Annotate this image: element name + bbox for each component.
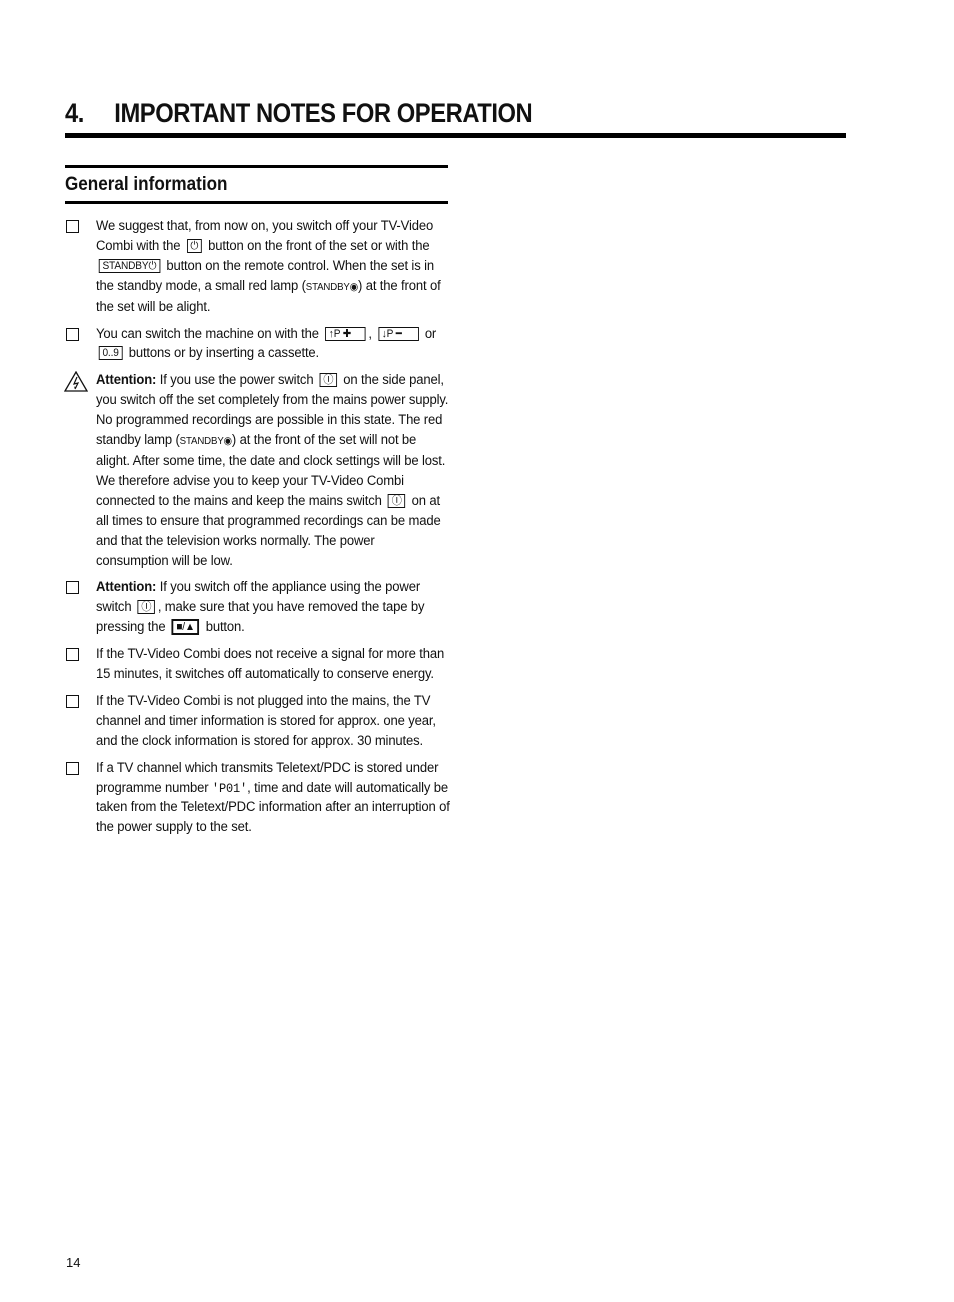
mains-switch-key: Ⓘ bbox=[388, 493, 406, 508]
section-bottom-rule bbox=[65, 201, 448, 204]
chapter-rule bbox=[65, 133, 846, 138]
chapter-heading: 4. IMPORTANT NOTES FOR OPERATION bbox=[65, 98, 752, 129]
checkbox-square-icon bbox=[66, 581, 79, 595]
checkbox-square-icon bbox=[66, 327, 79, 341]
list-item: Attention: If you switch off the applian… bbox=[65, 578, 455, 638]
checkbox-square-icon bbox=[66, 694, 79, 708]
number-keys: 0..9 bbox=[98, 346, 123, 361]
section-top-rule bbox=[65, 165, 448, 168]
remote-standby-key: STANDBY⏻ bbox=[98, 258, 161, 273]
checkbox-square-icon bbox=[66, 220, 79, 233]
section-title: General information bbox=[65, 174, 228, 195]
power-switch-key: Ⓘ bbox=[137, 600, 156, 615]
warning-item: Attention: If you use the power switch Ⓘ… bbox=[64, 371, 455, 571]
list-item: If the TV-Video Combi does not receive a… bbox=[65, 645, 455, 685]
programme-up-key: ↑P ✚ bbox=[325, 326, 366, 341]
notes-list: We suggest that, from now on, you switch… bbox=[64, 217, 455, 845]
programme-code: 'P01' bbox=[211, 780, 248, 796]
attention-label: Attention: bbox=[96, 372, 157, 389]
standby-button-key: ⏻ bbox=[186, 238, 202, 253]
stop-eject-key: ■/▲ bbox=[171, 619, 200, 636]
list-item: You can switch the machine on with the ↑… bbox=[65, 325, 455, 365]
attention-label: Attention: bbox=[96, 579, 157, 596]
power-switch-key: Ⓘ bbox=[319, 373, 338, 388]
list-item: We suggest that, from now on, you switch… bbox=[65, 217, 455, 318]
standby-lamp-label: STANDBY◉ bbox=[305, 280, 359, 293]
list-item: If a TV channel which transmits Teletext… bbox=[65, 759, 455, 839]
programme-down-key: ↓P ━ bbox=[378, 326, 419, 341]
page-number: 14 bbox=[66, 1255, 81, 1270]
lightning-warning-triangle-icon bbox=[64, 371, 88, 392]
checkbox-square-icon bbox=[66, 761, 79, 775]
chapter-number: 4. bbox=[65, 98, 84, 128]
chapter-title: IMPORTANT NOTES FOR OPERATION bbox=[114, 98, 533, 128]
standby-lamp-label: STANDBY◉ bbox=[179, 435, 232, 448]
list-item: If the TV-Video Combi is not plugged int… bbox=[65, 692, 455, 752]
checkbox-square-icon bbox=[66, 648, 79, 662]
